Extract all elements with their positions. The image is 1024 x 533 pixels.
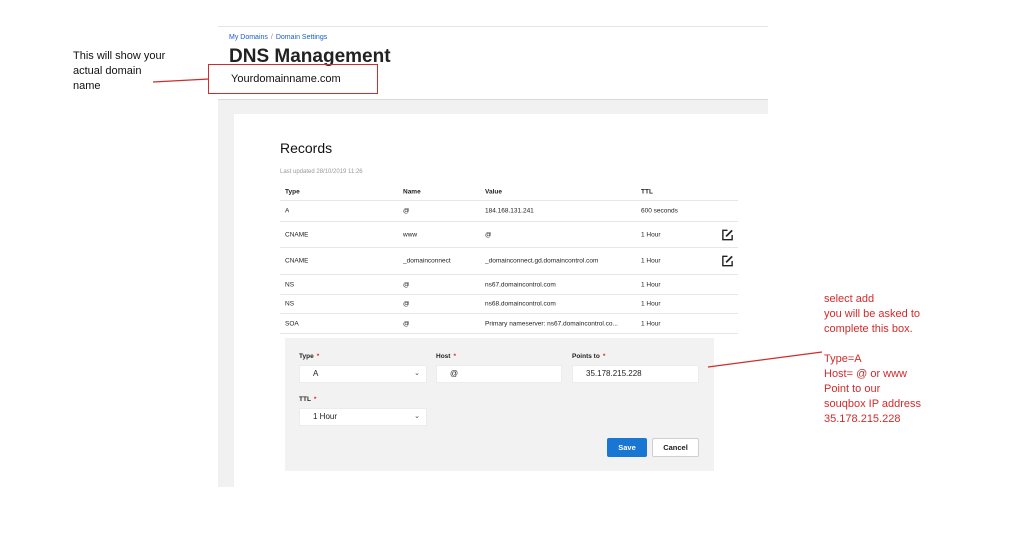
annotation-arrows bbox=[152, 78, 823, 368]
annotation-pointer-left bbox=[152, 78, 210, 83]
annotation-pointer-right bbox=[707, 351, 823, 368]
